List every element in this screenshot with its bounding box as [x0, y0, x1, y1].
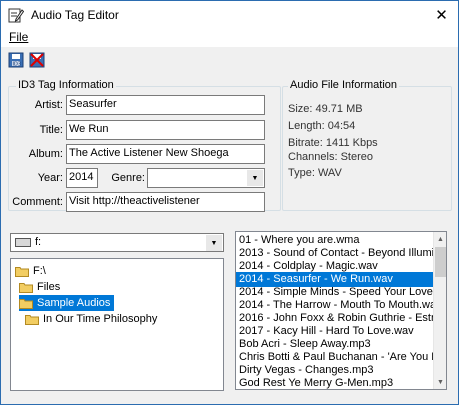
file-item[interactable]: God Rest Ye Merry G-Men.mp3 [236, 376, 433, 389]
folder-item[interactable]: In Our Time Philosophy [25, 311, 161, 327]
info-bitrate: Bitrate: 1411 Kbps [288, 137, 378, 149]
folder-item[interactable]: Files [19, 279, 64, 295]
drive-value: f: [35, 236, 42, 248]
album-field[interactable]: The Active Listener New Shoega [66, 144, 265, 164]
menu-file[interactable]: File [9, 30, 28, 44]
info-length: Length: 04:54 [288, 120, 356, 132]
audio-tag-editor-window: Audio Tag Editor ✕ File ID3 ID3 Tag Info… [0, 0, 459, 405]
id3-tag-legend: ID3 Tag Information [16, 79, 116, 91]
chevron-down-icon[interactable]: ▼ [206, 235, 222, 251]
close-button[interactable]: ✕ [425, 1, 458, 29]
file-list-scrollbar[interactable]: ▲ ▼ [433, 232, 446, 389]
comment-field[interactable]: Visit http://theactivelistener [66, 192, 265, 212]
genre-label: Genre: [111, 172, 145, 184]
info-type: Type: WAV [288, 167, 342, 179]
folder-label: Sample Audios [37, 297, 111, 309]
comment-label: Comment: [12, 196, 63, 208]
file-list[interactable]: 01 - Where you are.wma 2013 - Sound of Co… [235, 231, 447, 390]
info-channels: Channels: Stereo [288, 151, 373, 163]
file-rows: 01 - Where you are.wma 2013 - Sound of Co… [236, 233, 433, 389]
folder-icon [19, 298, 33, 309]
folder-label: In Our Time Philosophy [43, 313, 158, 325]
folder-item[interactable]: F:\ [15, 263, 50, 279]
scroll-up-icon[interactable]: ▲ [434, 232, 446, 246]
menu-bar: File [1, 29, 458, 47]
year-label: Year: [37, 172, 63, 184]
artist-field[interactable]: Seasurfer [66, 95, 265, 115]
genre-dropdown[interactable]: ▼ [147, 168, 265, 188]
folder-icon [19, 282, 33, 293]
album-label: Album: [28, 148, 63, 160]
window-title: Audio Tag Editor [31, 8, 119, 22]
delete-tag-icon[interactable] [29, 52, 45, 68]
save-tag-icon[interactable]: ID3 [8, 52, 24, 68]
audio-info-legend: Audio File Information [288, 79, 399, 91]
app-pencil-icon [8, 8, 24, 23]
title-bar[interactable]: Audio Tag Editor ✕ [1, 1, 458, 29]
year-field[interactable]: 2014 [66, 168, 98, 188]
folder-icon [15, 266, 29, 277]
info-size: Size: 49.71 MB [288, 103, 363, 115]
drive-selector[interactable]: f: ▼ [10, 233, 224, 252]
scroll-down-icon[interactable]: ▼ [434, 375, 446, 389]
title-field[interactable]: We Run [66, 120, 265, 140]
menu-file-label: File [9, 30, 29, 44]
folder-tree[interactable]: F:\ Files Sample Audios In Our Time Philoso… [10, 258, 224, 391]
artist-label: Artist: [34, 99, 63, 111]
folder-icon [25, 314, 39, 325]
drive-icon [15, 238, 31, 247]
folder-item[interactable]: Sample Audios [19, 295, 115, 311]
svg-text:ID3: ID3 [13, 62, 22, 68]
close-icon: ✕ [435, 7, 448, 24]
title-label: Title: [39, 124, 63, 136]
scroll-thumb[interactable] [435, 247, 446, 277]
folder-label: Files [37, 281, 61, 293]
folder-label: F:\ [33, 265, 46, 277]
chevron-down-icon[interactable]: ▼ [247, 170, 263, 186]
